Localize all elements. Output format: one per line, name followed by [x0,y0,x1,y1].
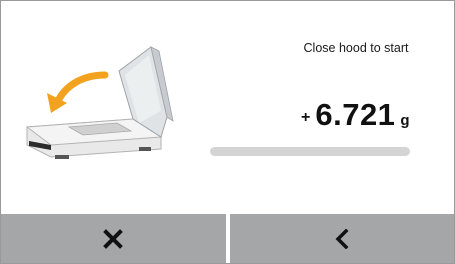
chevron-left-icon [335,228,349,249]
progress-bar [210,147,410,156]
weight-sign: + [301,109,311,126]
balance-screen: Close hood to start +6.721 g [0,0,455,264]
status-message: Close hood to start [303,41,409,55]
weight-unit: g [400,112,410,129]
bottom-action-bar [1,214,454,263]
weight-value: 6.721 [315,97,396,132]
back-button[interactable] [229,214,454,263]
balance-hood-illustration [21,41,201,171]
cancel-button[interactable] [1,214,226,263]
close-icon [103,228,124,249]
weight-readout: +6.721 g [301,97,410,133]
